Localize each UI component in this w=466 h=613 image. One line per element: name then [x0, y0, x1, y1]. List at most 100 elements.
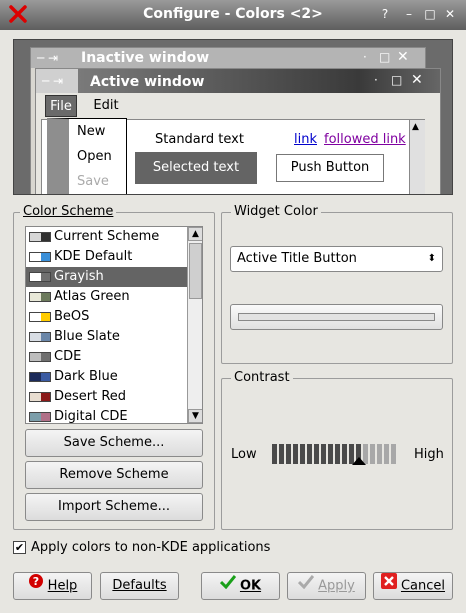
preview-dropdown-menu: New Open Save: [47, 118, 127, 194]
scheme-item-label: BeOS: [54, 309, 90, 324]
minimize-icon: ·: [374, 73, 378, 87]
active-window-title: Active window: [90, 74, 205, 90]
slider-tick: [321, 444, 326, 464]
scheme-swatch-icon: [29, 232, 51, 242]
menu-item-open: Open: [77, 149, 112, 164]
scheme-swatch-icon: [29, 392, 51, 402]
close-icon: ✕: [397, 49, 409, 65]
scheme-list-item[interactable]: Current Scheme: [26, 227, 188, 247]
selected-text: Selected text: [135, 152, 257, 184]
help-button[interactable]: ? Help: [13, 572, 92, 600]
scheme-item-label: Blue Slate: [54, 329, 120, 344]
standard-text: Standard text: [155, 132, 244, 147]
menu-edit: Edit: [93, 98, 119, 113]
preview-scrollbar: ▲: [409, 120, 425, 194]
scroll-up-icon[interactable]: ▲: [188, 227, 202, 241]
preview-content: New Open Save Standard text Selected tex…: [41, 118, 425, 194]
scheme-swatch-icon: [29, 312, 51, 322]
scroll-down-icon[interactable]: ▼: [188, 409, 202, 423]
check-icon: [219, 573, 237, 599]
slider-tick: [391, 444, 396, 464]
color-swatch: [238, 313, 435, 321]
slider-tick: [328, 444, 333, 464]
scheme-list-item[interactable]: Desert Red: [26, 387, 188, 407]
preview-menubar: File Edit: [36, 95, 440, 119]
list-scrollbar[interactable]: ▲ ▼: [187, 227, 202, 423]
slider-tick: [370, 444, 375, 464]
scheme-item-label: Atlas Green: [54, 289, 130, 304]
apply-colors-checkbox[interactable]: ✔: [13, 541, 26, 554]
scheme-item-label: Current Scheme: [54, 229, 160, 244]
inactive-titlebar: ─ ⇥ Inactive window · □ ✕: [31, 48, 425, 68]
apply-button[interactable]: Apply: [287, 572, 366, 600]
slider-tick: [342, 444, 347, 464]
scheme-swatch-icon: [29, 292, 51, 302]
help-icon: ?: [28, 573, 44, 599]
title-bar: Configure - Colors <2> ? – □ ✕: [0, 0, 466, 30]
scheme-swatch-icon: [29, 372, 51, 382]
scheme-list-item[interactable]: Grayish: [26, 267, 188, 287]
help-title-icon[interactable]: ?: [377, 6, 393, 22]
scheme-item-label: CDE: [54, 349, 82, 364]
slider-tick: [314, 444, 319, 464]
apply-colors-label: Apply colors to non-KDE applications: [31, 540, 271, 555]
widget-color-value: Active Title Button: [237, 251, 357, 266]
scheme-list-item[interactable]: Dark Blue: [26, 367, 188, 387]
color-picker-button[interactable]: [230, 304, 443, 330]
preview-push-button: Push Button: [276, 154, 384, 182]
import-scheme-button[interactable]: Import Scheme...: [25, 493, 203, 521]
scheme-item-label: Desert Red: [54, 389, 127, 404]
save-scheme-button[interactable]: Save Scheme...: [25, 429, 203, 457]
scroll-thumb[interactable]: [189, 243, 202, 299]
scheme-list-item[interactable]: Atlas Green: [26, 287, 188, 307]
slider-tick: [279, 444, 284, 464]
window-menu-icon: ─ ⇥: [42, 74, 64, 88]
scheme-swatch-icon: [29, 252, 51, 262]
contrast-title: Contrast: [231, 370, 293, 385]
contrast-high-label: High: [414, 447, 444, 462]
maximize-icon[interactable]: □: [422, 6, 438, 22]
window-menu-icon: ─ ⇥: [37, 51, 59, 65]
scheme-list-item[interactable]: KDE Default: [26, 247, 188, 267]
slider-tick: [377, 444, 382, 464]
slider-tick: [335, 444, 340, 464]
maximize-icon: □: [379, 50, 391, 64]
ok-button[interactable]: OK: [201, 572, 280, 600]
remove-scheme-button[interactable]: Remove Scheme: [25, 461, 203, 489]
scheme-swatch-icon: [29, 412, 51, 422]
slider-tick: [293, 444, 298, 464]
contrast-slider-handle[interactable]: [352, 457, 366, 465]
color-preview[interactable]: ─ ⇥ Inactive window · □ ✕ ─ ⇥ Active win…: [13, 39, 453, 195]
scheme-item-label: Dark Blue: [54, 369, 118, 384]
close-icon: ✕: [411, 72, 423, 88]
contrast-slider[interactable]: [272, 444, 400, 464]
cancel-button[interactable]: Cancel: [373, 572, 453, 600]
active-titlebar: ─ ⇥ Active window · □ ✕: [36, 69, 440, 93]
menu-item-save: Save: [77, 174, 109, 189]
close-icon[interactable]: ✕: [442, 6, 458, 22]
check-icon: [298, 573, 315, 599]
widget-color-select[interactable]: Active Title Button ⬍: [230, 246, 443, 272]
scheme-list[interactable]: Current Scheme KDE Default Grayish Atlas Gr…: [25, 226, 203, 424]
link-text: link: [294, 132, 317, 147]
followed-link-text: followed link: [324, 132, 406, 147]
scroll-up-icon: ▲: [412, 122, 419, 132]
scheme-list-item[interactable]: Digital CDE: [26, 407, 188, 423]
updown-icon: ⬍: [427, 253, 436, 264]
window-title: Configure - Colors <2>: [143, 6, 323, 22]
scheme-swatch-icon: [29, 332, 51, 342]
scheme-item-label: Grayish: [54, 269, 104, 284]
widget-color-group: [221, 212, 453, 364]
slider-tick: [286, 444, 291, 464]
contrast-low-label: Low: [231, 447, 257, 462]
menu-item-new: New: [77, 124, 106, 139]
scheme-list-item[interactable]: Blue Slate: [26, 327, 188, 347]
scheme-swatch-icon: [29, 352, 51, 362]
active-window-preview: ─ ⇥ Active window · □ ✕ File Edit New Op…: [35, 68, 441, 194]
color-scheme-title: Color Scheme: [20, 204, 117, 219]
scheme-list-item[interactable]: CDE: [26, 347, 188, 367]
minimize-icon[interactable]: –: [401, 6, 417, 22]
scheme-list-item[interactable]: BeOS: [26, 307, 188, 327]
defaults-button[interactable]: Defaults: [100, 572, 179, 600]
scheme-item-label: KDE Default: [54, 249, 133, 264]
